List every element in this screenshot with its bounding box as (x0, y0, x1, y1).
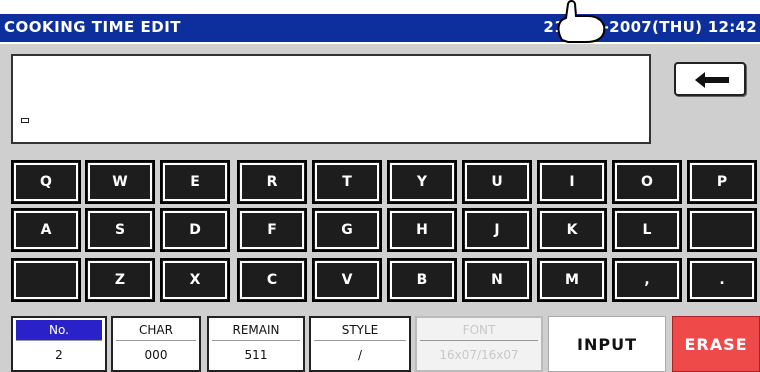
key-u[interactable]: U (462, 160, 532, 204)
key-i[interactable]: I (537, 160, 607, 204)
text-entry-field[interactable] (11, 54, 651, 144)
key-d[interactable]: D (160, 208, 230, 252)
key-g[interactable]: G (312, 208, 382, 252)
key-blank-row2[interactable] (687, 208, 757, 252)
key-p[interactable]: P (687, 160, 757, 204)
key-e[interactable]: E (160, 160, 230, 204)
font-value: 16x07/16x07 (439, 348, 519, 362)
key-k[interactable]: K (537, 208, 607, 252)
number-field[interactable]: No. 2 (11, 316, 107, 372)
text-cursor (21, 118, 29, 123)
finger-pointer-icon (557, 0, 606, 43)
style-field[interactable]: STYLE / (309, 316, 411, 372)
font-label: FONT (420, 320, 538, 341)
key-m[interactable]: M (537, 258, 607, 302)
key-a[interactable]: A (11, 208, 81, 252)
back-arrow-icon (695, 72, 729, 88)
key-o[interactable]: O (612, 160, 682, 204)
style-value: / (357, 348, 363, 362)
key-y[interactable]: Y (387, 160, 457, 204)
key-l[interactable]: L (612, 208, 682, 252)
key-c[interactable]: C (237, 258, 307, 302)
char-value: 000 (144, 348, 168, 362)
backspace-button[interactable] (674, 62, 746, 96)
page-title: COOKING TIME EDIT (4, 18, 182, 36)
char-label: CHAR (116, 320, 196, 341)
input-button[interactable]: INPUT (548, 316, 666, 372)
key-x[interactable]: X (160, 258, 230, 302)
key-n[interactable]: N (462, 258, 532, 302)
key-v[interactable]: V (312, 258, 382, 302)
char-field[interactable]: CHAR 000 (111, 316, 201, 372)
key-comma[interactable]: , (612, 258, 682, 302)
key-z[interactable]: Z (85, 258, 155, 302)
key-q[interactable]: Q (11, 160, 81, 204)
number-value: 2 (55, 348, 63, 362)
title-bar: COOKING TIME EDIT 21-JUN-2007(THU) 12:42 (0, 14, 760, 42)
key-f[interactable]: F (237, 208, 307, 252)
key-t[interactable]: T (312, 160, 382, 204)
key-h[interactable]: H (387, 208, 457, 252)
style-label: STYLE (314, 320, 406, 341)
key-blank-row3[interactable] (11, 258, 81, 302)
key-r[interactable]: R (237, 160, 307, 204)
font-field: FONT 16x07/16x07 (415, 316, 543, 372)
key-j[interactable]: J (462, 208, 532, 252)
remain-value: 511 (244, 348, 268, 362)
key-s[interactable]: S (85, 208, 155, 252)
key-w[interactable]: W (85, 160, 155, 204)
remain-field: REMAIN 511 (207, 316, 305, 372)
erase-button[interactable]: ERASE (672, 316, 760, 372)
remain-label: REMAIN (212, 320, 300, 341)
key-b[interactable]: B (387, 258, 457, 302)
number-label: No. (16, 320, 102, 341)
key-period[interactable]: . (687, 258, 757, 302)
